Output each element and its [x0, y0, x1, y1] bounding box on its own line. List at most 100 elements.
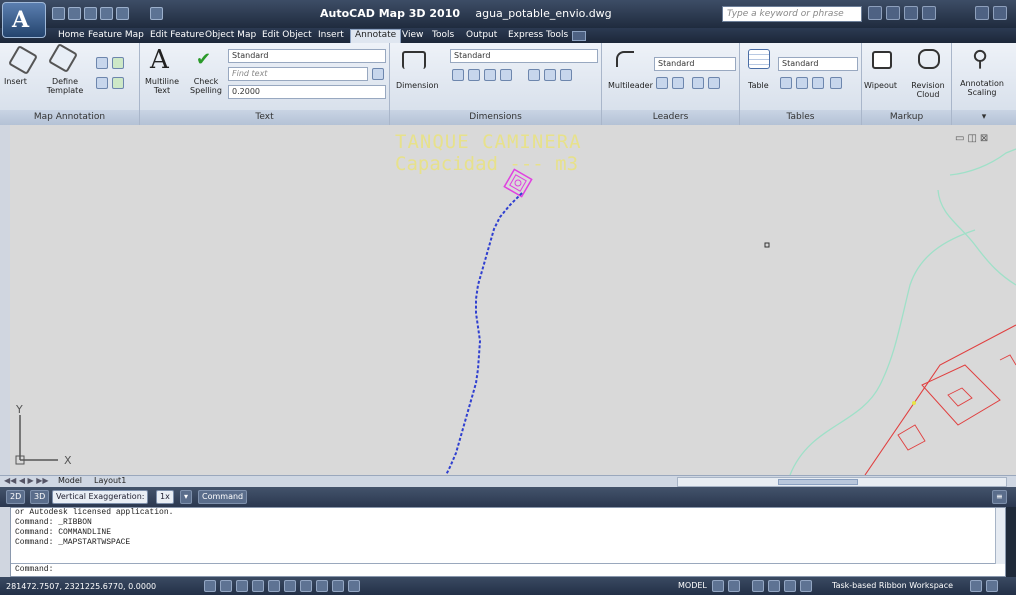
align-leader-icon[interactable]: [692, 77, 704, 89]
panel-title-markup: Markup: [862, 110, 951, 125]
star-icon[interactable]: [904, 6, 918, 20]
binoculars-icon[interactable]: [868, 6, 882, 20]
layout-nav-arrows-icon[interactable]: ◀◀ ◀ ▶ ▶▶: [4, 476, 49, 485]
annotation-tool-1-icon[interactable]: [96, 57, 108, 69]
quick-view-layouts-icon[interactable]: [712, 580, 724, 592]
undo-icon[interactable]: [100, 7, 113, 20]
minimize-ribbon-icon[interactable]: [572, 31, 586, 41]
tab-annotate[interactable]: Annotate: [350, 29, 402, 43]
collect-leader-icon[interactable]: [708, 77, 720, 89]
tab-output[interactable]: Output: [466, 30, 497, 40]
showmotion-icon[interactable]: [800, 580, 812, 592]
object-snap-tracking-icon[interactable]: [284, 580, 296, 592]
table-style-select[interactable]: Standard: [778, 57, 858, 71]
tab-tools[interactable]: Tools: [432, 30, 454, 40]
annotation-tool-4-icon[interactable]: [112, 77, 124, 89]
command-scrollbar[interactable]: [995, 508, 1005, 564]
find-text-input[interactable]: Find text: [228, 67, 368, 81]
help-icon[interactable]: [922, 6, 936, 20]
workspace-switch-icon[interactable]: [150, 7, 163, 20]
search-input[interactable]: Type a keyword or phrase: [722, 6, 862, 22]
text-style-select[interactable]: Standard: [228, 49, 386, 63]
object-snap-icon[interactable]: [268, 580, 280, 592]
app-name: AutoCAD Map 3D 2010: [320, 7, 461, 20]
table-tool-3-icon[interactable]: [812, 77, 824, 89]
annotation-tool-2-icon[interactable]: [112, 57, 124, 69]
drawing-canvas[interactable]: Y X TANQUE CAMINERA Capacidad --- m3 ▭◫⊠: [10, 125, 1016, 475]
annotation-tool-3-icon[interactable]: [96, 77, 108, 89]
dimension-icon[interactable]: [402, 51, 426, 69]
table-tool-2-icon[interactable]: [796, 77, 808, 89]
btn-3d[interactable]: 3D: [30, 490, 50, 504]
dim-baseline-icon[interactable]: [468, 69, 480, 81]
ducs-icon[interactable]: [300, 580, 312, 592]
table-icon[interactable]: [748, 49, 770, 69]
grid-display-icon[interactable]: [220, 580, 232, 592]
clean-screen-icon[interactable]: [986, 580, 998, 592]
annotation-scaling-icon[interactable]: ⚲: [972, 47, 988, 72]
tab-home[interactable]: Home: [58, 30, 85, 40]
remove-leader-icon[interactable]: [672, 77, 684, 89]
dim-linear-icon[interactable]: [452, 69, 464, 81]
application-menu-button[interactable]: A: [2, 2, 46, 38]
btn-2d[interactable]: 2D: [6, 490, 26, 504]
quick-view-drawings-icon[interactable]: [728, 580, 740, 592]
dropdown-arrow-icon[interactable]: ▾: [180, 490, 193, 504]
ortho-mode-icon[interactable]: [236, 580, 248, 592]
quick-properties-icon[interactable]: [348, 580, 360, 592]
dim-inspect-icon[interactable]: [560, 69, 572, 81]
snap-mode-icon[interactable]: [204, 580, 216, 592]
tab-edit-feature[interactable]: Edit Feature: [150, 30, 204, 40]
map-toolbar-config-icon[interactable]: ≡: [992, 490, 1007, 504]
communication-center-icon[interactable]: [886, 6, 900, 20]
tab-feature-map[interactable]: Feature Map: [88, 30, 144, 40]
vertical-exaggeration-select[interactable]: 1x: [156, 490, 174, 504]
tab-express-tools[interactable]: Express Tools: [508, 30, 568, 40]
tab-view[interactable]: View: [402, 30, 423, 40]
open-icon[interactable]: [68, 7, 81, 20]
minimize-icon[interactable]: [975, 6, 989, 20]
define-template-icon[interactable]: [47, 42, 79, 74]
dim-space-icon[interactable]: [528, 69, 540, 81]
redo-icon[interactable]: [116, 7, 129, 20]
tab-model[interactable]: Model: [58, 476, 82, 485]
horizontal-scrollbar[interactable]: [677, 477, 1007, 487]
new-icon[interactable]: [52, 7, 65, 20]
add-leader-icon[interactable]: [656, 77, 668, 89]
tab-object-map[interactable]: Object Map: [205, 30, 256, 40]
find-replace-icon[interactable]: [372, 68, 384, 80]
multileader-icon[interactable]: [616, 51, 634, 67]
polar-tracking-icon[interactable]: [252, 580, 264, 592]
table-tool-4-icon[interactable]: [830, 77, 842, 89]
scroll-thumb[interactable]: [778, 479, 858, 485]
multiline-text-icon[interactable]: A: [150, 45, 169, 75]
command-input[interactable]: Command:: [11, 563, 1005, 576]
command-button[interactable]: Command: [198, 490, 248, 504]
workspace-switcher[interactable]: Task-based Ribbon Workspace: [832, 581, 953, 590]
revision-cloud-icon[interactable]: [918, 49, 940, 69]
text-height-select[interactable]: 0.2000: [228, 85, 386, 99]
lock-icon[interactable]: [970, 580, 982, 592]
dim-adjust-icon[interactable]: [544, 69, 556, 81]
steering-wheel-icon[interactable]: [784, 580, 796, 592]
insert-annotation-icon[interactable]: [7, 44, 39, 76]
pan-icon[interactable]: [752, 580, 764, 592]
save-icon[interactable]: [84, 7, 97, 20]
check-spelling-icon[interactable]: ✔: [196, 49, 211, 70]
lineweight-icon[interactable]: [332, 580, 344, 592]
dynamic-input-icon[interactable]: [316, 580, 328, 592]
tab-edit-object[interactable]: Edit Object: [262, 30, 312, 40]
table-tool-1-icon[interactable]: [780, 77, 792, 89]
tab-layout1[interactable]: Layout1: [94, 476, 126, 485]
model-space-button[interactable]: MODEL: [678, 581, 707, 590]
zoom-icon[interactable]: [768, 580, 780, 592]
dimension-style-select[interactable]: Standard: [450, 49, 598, 63]
dim-break-icon[interactable]: [500, 69, 512, 81]
multileader-style-select[interactable]: Standard: [654, 57, 736, 71]
window-title: AutoCAD Map 3D 2010 agua_potable_envio.d…: [320, 7, 612, 20]
wipeout-icon[interactable]: [872, 51, 892, 69]
dim-continue-icon[interactable]: [484, 69, 496, 81]
close-icon[interactable]: [993, 6, 1007, 20]
viewport-controls[interactable]: ▭◫⊠: [955, 133, 991, 144]
tab-insert[interactable]: Insert: [318, 30, 344, 40]
